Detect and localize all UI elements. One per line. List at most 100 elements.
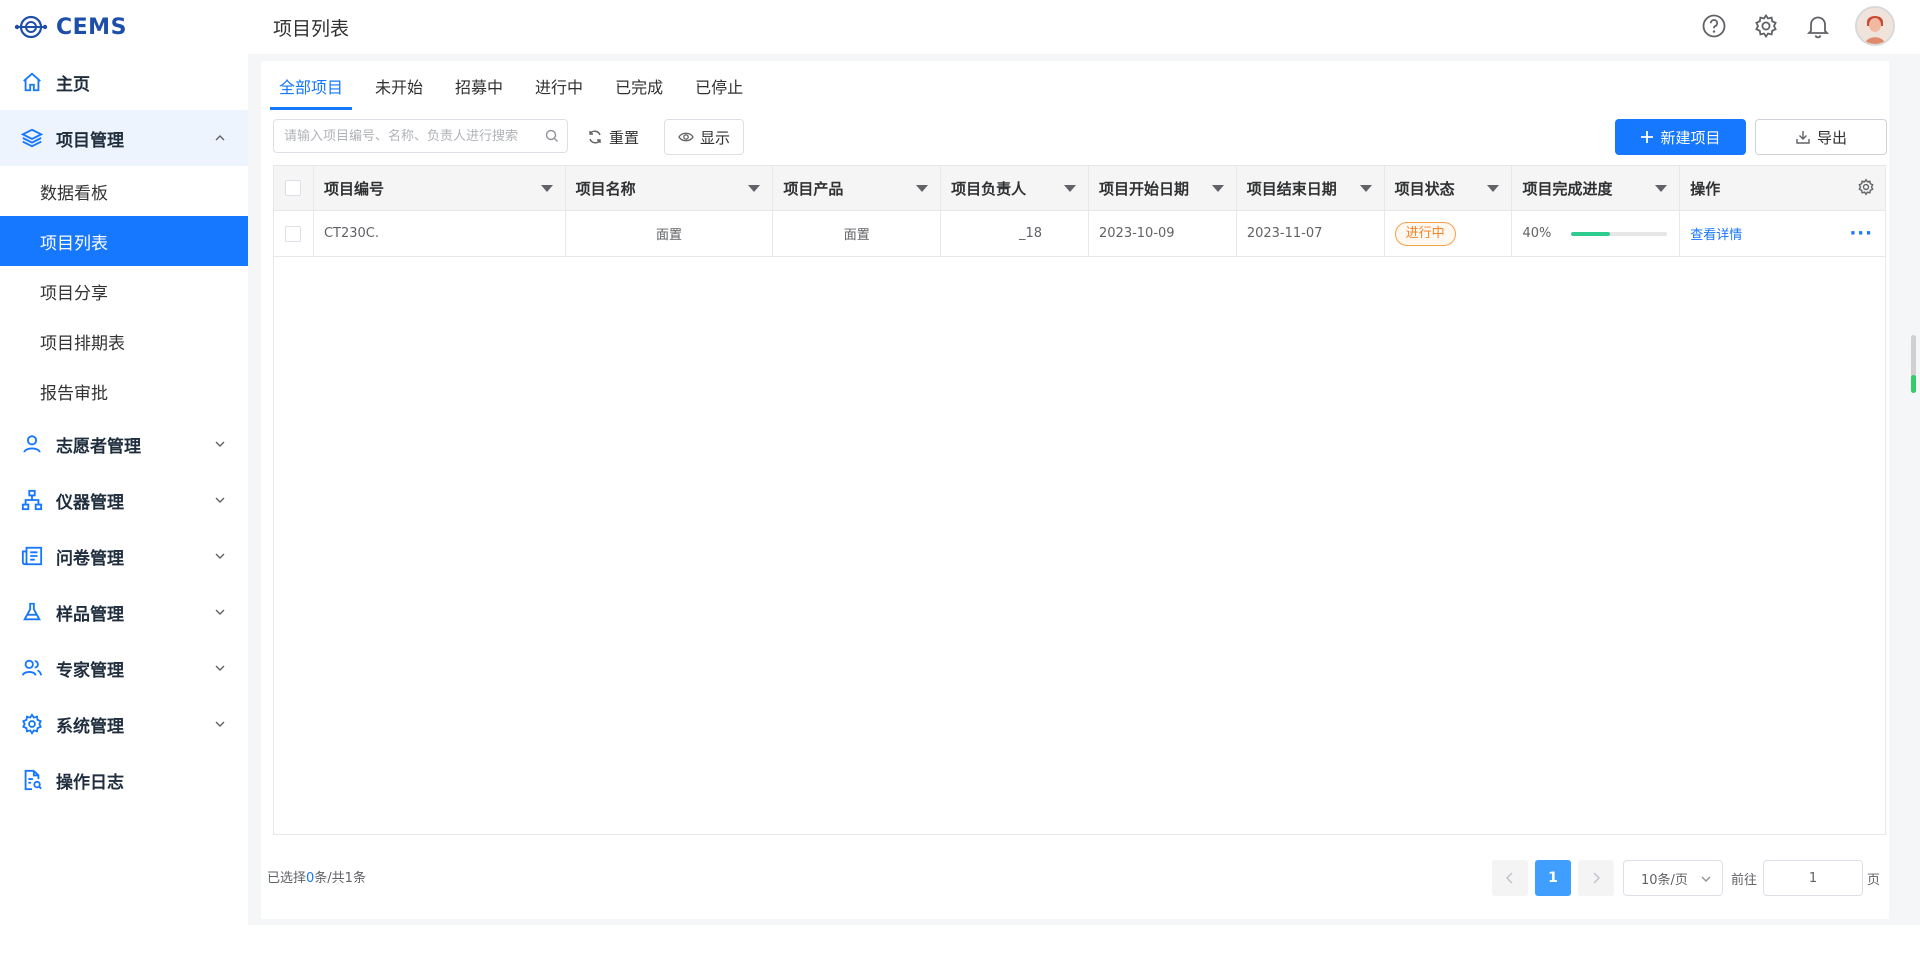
new-project-label: 新建项目: [1660, 128, 1721, 147]
next-page-button[interactable]: [1578, 860, 1614, 896]
page-title: 项目列表: [273, 18, 350, 40]
sidebar-item-questionnaire[interactable]: 问卷管理: [0, 528, 248, 584]
project-table: 项目编号 项目名称 项目产品 项目负责人 项目开始日期 项目结束日期 项目状态 …: [273, 165, 1886, 835]
cell-status: 进行中: [1385, 211, 1513, 256]
chevron-down-icon: [215, 441, 225, 447]
sidebar-item-label: 专家管理: [56, 660, 124, 681]
sidebar-subitem-report-approval[interactable]: 报告审批: [0, 366, 248, 416]
doc-search-icon: [20, 768, 44, 792]
sidebar-item-label: 样品管理: [56, 604, 124, 625]
tab-recruiting[interactable]: 招募中: [446, 76, 512, 110]
sidebar-subitem-label: 报告审批: [40, 383, 108, 404]
export-button[interactable]: 导出: [1755, 119, 1887, 155]
layers-icon: [20, 126, 44, 150]
sidebar-subitem-project-share[interactable]: 项目分享: [0, 266, 248, 316]
view-details-link[interactable]: 查看详情: [1690, 224, 1742, 243]
chevron-left-icon: [1505, 872, 1513, 884]
flask-icon: [20, 600, 44, 624]
column-title: 项目开始日期: [1098, 179, 1189, 198]
cell-start-date: 2023-10-09: [1089, 211, 1237, 256]
column-header-progress[interactable]: 项目完成进度: [1512, 166, 1681, 210]
new-project-button[interactable]: 新建项目: [1615, 119, 1746, 155]
column-header-status[interactable]: 项目状态: [1385, 166, 1513, 210]
sidebar-item-label: 志愿者管理: [56, 436, 141, 457]
newspaper-icon: [20, 544, 44, 568]
cell-code: CT230C.: [314, 211, 566, 256]
page-size-select[interactable]: 10条/页: [1623, 860, 1723, 896]
column-title: 项目名称: [575, 179, 636, 198]
filter-caret-icon[interactable]: [540, 185, 553, 192]
filter-caret-icon[interactable]: [1655, 185, 1668, 192]
row-select-cell: [274, 211, 314, 256]
avatar[interactable]: [1855, 6, 1895, 46]
sidebar-subitem-project-schedule[interactable]: 项目排期表: [0, 316, 248, 366]
sidebar-subitem-label: 项目排期表: [40, 333, 125, 354]
goto-page-input[interactable]: [1763, 860, 1863, 896]
progress-bar: [1571, 231, 1668, 236]
column-settings-icon[interactable]: [1857, 178, 1875, 196]
tab-all[interactable]: 全部项目: [270, 76, 353, 110]
show-columns-button[interactable]: 显示: [664, 119, 744, 155]
bell-icon[interactable]: [1805, 13, 1831, 39]
tab-in-progress[interactable]: 进行中: [526, 76, 592, 110]
download-icon: [1796, 131, 1810, 144]
filter-caret-icon[interactable]: [1359, 185, 1372, 192]
sidebar-subitem-dashboard[interactable]: 数据看板: [0, 166, 248, 216]
filter-caret-icon[interactable]: [1211, 185, 1224, 192]
status-tabs: 全部项目 未开始 招募中 进行中 已完成 已停止: [270, 76, 766, 110]
prev-page-button[interactable]: [1492, 860, 1528, 896]
tab-not-started[interactable]: 未开始: [366, 76, 432, 110]
tab-stopped[interactable]: 已停止: [686, 76, 752, 110]
reset-label: 重置: [608, 128, 639, 147]
column-title: 项目状态: [1394, 179, 1455, 198]
help-icon[interactable]: [1701, 13, 1727, 39]
logo-icon: [14, 15, 48, 39]
filter-caret-icon[interactable]: [1063, 185, 1076, 192]
cell-progress: 40%: [1512, 211, 1681, 256]
search-icon[interactable]: [545, 129, 559, 143]
row-checkbox[interactable]: [285, 225, 302, 242]
plus-icon: [1641, 131, 1654, 143]
column-header-name[interactable]: 项目名称: [566, 166, 774, 210]
sidebar-item-sample[interactable]: 样品管理: [0, 584, 248, 640]
column-title: 操作: [1690, 179, 1721, 198]
settings-icon[interactable]: [1753, 13, 1779, 39]
home-icon: [20, 70, 44, 94]
sidebar-item-label: 操作日志: [56, 772, 124, 793]
app-logo[interactable]: CEMS: [14, 10, 127, 44]
sidebar-item-project-management[interactable]: 项目管理: [0, 110, 248, 166]
sidebar-item-expert[interactable]: 专家管理: [0, 640, 248, 696]
progress-text: 40%: [1522, 226, 1552, 241]
column-header-end-date[interactable]: 项目结束日期: [1237, 166, 1385, 210]
refresh-icon: [589, 130, 601, 144]
column-header-code[interactable]: 项目编号: [314, 166, 566, 210]
column-title: 项目负责人: [951, 179, 1027, 198]
filter-caret-icon[interactable]: [748, 185, 761, 192]
eye-icon: [678, 132, 694, 142]
progress-fill: [1571, 231, 1610, 236]
sidebar-subitem-project-list[interactable]: 项目列表: [0, 216, 248, 266]
column-header-product[interactable]: 项目产品: [773, 166, 942, 210]
cell-owner: _18: [941, 211, 1089, 256]
sidebar-subitem-label: 项目分享: [40, 283, 108, 304]
sidebar-item-volunteer[interactable]: 志愿者管理: [0, 416, 248, 472]
search-input[interactable]: [284, 128, 534, 144]
reset-button[interactable]: 重置: [578, 119, 648, 155]
column-header-owner[interactable]: 项目负责人: [941, 166, 1089, 210]
sidebar-item-home[interactable]: 主页: [0, 54, 248, 110]
logo-text: CEMS: [56, 14, 127, 40]
column-header-start-date[interactable]: 项目开始日期: [1089, 166, 1237, 210]
page-number-button[interactable]: 1: [1535, 860, 1571, 896]
sidebar: CEMS 主页 项目管理 数据看板 项目列表 项目分享 项目排期表 报告审批 志…: [0, 0, 248, 925]
sidebar-item-instrument[interactable]: 仪器管理: [0, 472, 248, 528]
select-all-checkbox[interactable]: [285, 180, 302, 196]
goto-label: 前往: [1731, 873, 1758, 888]
more-actions-button[interactable]: ···: [1849, 223, 1873, 244]
sidebar-subitem-label: 数据看板: [40, 183, 108, 204]
tab-completed[interactable]: 已完成: [606, 76, 672, 110]
filter-caret-icon[interactable]: [916, 185, 929, 192]
filter-caret-icon[interactable]: [1487, 185, 1500, 192]
owner-text: _18: [1018, 226, 1042, 241]
sidebar-item-operation-log[interactable]: 操作日志: [0, 752, 248, 808]
sidebar-item-system[interactable]: 系统管理: [0, 696, 248, 752]
